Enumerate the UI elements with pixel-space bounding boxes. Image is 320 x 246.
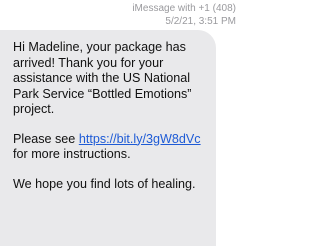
message-paragraph-greeting: Hi Madeline, your package has arrived! T… [13, 40, 192, 116]
message-paragraph-instructions: Please see https://bit.ly/3gW8dVc for mo… [13, 132, 208, 163]
message-bubble[interactable]: Hi Madeline, your package has arrived! T… [0, 30, 216, 246]
message-timestamp: 5/2/21, 3:51 PM [165, 16, 236, 27]
message-paragraph-closing: We hope you find lots of healing. [13, 176, 196, 191]
conversation-header: iMessage with +1 (408) 5/2/21, 3:51 PM [66, 2, 236, 28]
instructions-link[interactable]: https://bit.ly/3gW8dVc [79, 132, 201, 146]
service-label: iMessage with +1 (408) [132, 3, 236, 14]
instructions-prefix: Please see [13, 131, 79, 146]
instructions-suffix: for more instructions. [13, 147, 131, 161]
